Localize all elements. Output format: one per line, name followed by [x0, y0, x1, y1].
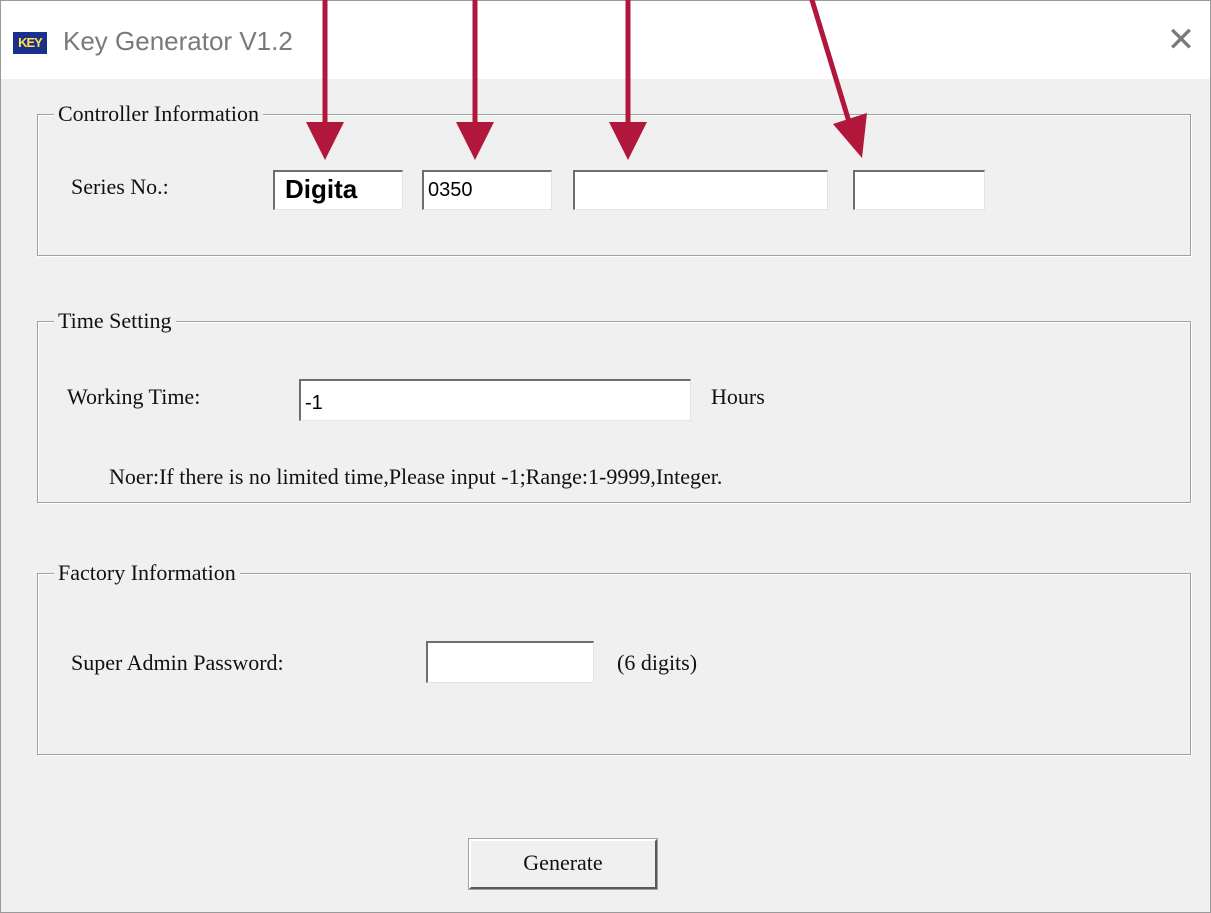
series-field-3[interactable] [573, 170, 828, 210]
key-app-icon: KEY [13, 32, 47, 54]
super-admin-password-input[interactable] [426, 641, 594, 683]
series-no-label: Series No.: [71, 174, 169, 199]
working-time-label: Working Time: [67, 384, 201, 409]
series-field-2[interactable]: 0350 [422, 170, 552, 210]
window-title: Key Generator V1.2 [63, 26, 293, 56]
series-field-1[interactable]: Digita [273, 170, 403, 210]
super-admin-password-label: Super Admin Password: [71, 650, 284, 675]
factory-information-legend: Factory Information [54, 558, 240, 588]
close-button[interactable]: ✕ [1159, 21, 1203, 61]
working-time-input[interactable]: -1 [299, 379, 691, 421]
working-time-note: Noer:If there is no limited time,Please … [109, 464, 723, 489]
controller-information-legend: Controller Information [54, 99, 264, 129]
key-generator-window: KEY Key Generator V1.2 ✕ Controller Info… [0, 0, 1211, 913]
generate-button[interactable]: Generate [468, 838, 658, 890]
title-bar: KEY Key Generator V1.2 ✕ [1, 1, 1210, 79]
series-field-4[interactable] [853, 170, 985, 210]
time-setting-legend: Time Setting [54, 306, 176, 336]
hours-unit-label: Hours [711, 384, 765, 409]
password-digits-hint: (6 digits) [617, 650, 698, 675]
